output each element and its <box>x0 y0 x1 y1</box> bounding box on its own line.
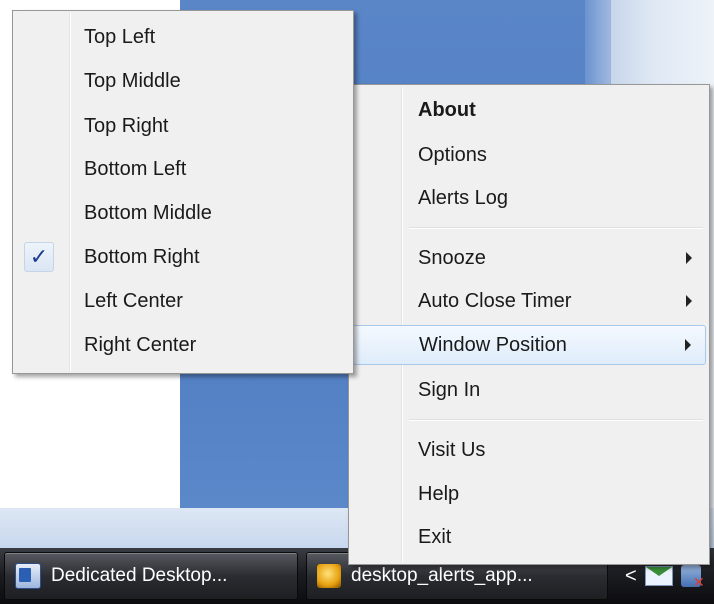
submenu-item-top-middle[interactable]: Top Middle <box>16 61 350 101</box>
submenu-arrow-icon <box>686 252 692 264</box>
submenu-item-right-center[interactable]: Right Center <box>16 325 350 365</box>
show-hidden-icons-chevron-icon[interactable]: < <box>625 565 637 588</box>
menu-item-label: About <box>418 98 476 121</box>
menu-item-sign-in[interactable]: Sign In <box>352 370 706 410</box>
menu-item-visit-us[interactable]: Visit Us <box>352 430 706 470</box>
taskbar-button-word-document[interactable]: Dedicated Desktop... <box>4 552 298 600</box>
mail-icon[interactable] <box>644 566 673 586</box>
submenu-item-top-left[interactable]: Top Left <box>16 17 350 57</box>
menu-item-label: Top Left <box>84 25 156 48</box>
menu-item-label: Bottom Right <box>84 245 200 268</box>
menu-item-about[interactable]: About <box>352 90 706 130</box>
submenu-item-bottom-right[interactable]: ✓ Bottom Right <box>16 237 350 277</box>
menu-item-label: Left Center <box>84 289 183 312</box>
submenu-item-top-right[interactable]: Top Right <box>16 106 350 146</box>
submenu-item-bottom-middle[interactable]: Bottom Middle <box>16 193 350 233</box>
menu-item-label: Right Center <box>84 333 197 356</box>
window-position-submenu: Top Left Top Middle Top Right Bottom Lef… <box>12 10 354 374</box>
submenu-item-bottom-left[interactable]: Bottom Left <box>16 149 350 189</box>
menu-item-window-position[interactable]: Window Position <box>352 325 706 365</box>
menu-item-label: Auto Close Timer <box>418 289 572 312</box>
submenu-arrow-icon <box>686 295 692 307</box>
menu-item-label: Help <box>418 482 460 505</box>
taskbar-button-label: Dedicated Desktop... <box>51 565 228 586</box>
desktop-alerts-icon <box>317 564 341 588</box>
menu-item-label: Bottom Left <box>84 157 187 180</box>
menu-item-options[interactable]: Options <box>352 135 706 175</box>
menu-item-label: Sign In <box>418 378 481 401</box>
menu-item-alerts-log[interactable]: Alerts Log <box>352 178 706 218</box>
word-document-icon <box>15 563 41 589</box>
menu-item-auto-close-timer[interactable]: Auto Close Timer <box>352 281 706 321</box>
taskbar-button-label: desktop_alerts_app... <box>351 565 533 586</box>
menu-item-snooze[interactable]: Snooze <box>352 238 706 278</box>
menu-item-label: Snooze <box>418 246 486 269</box>
submenu-item-left-center[interactable]: Left Center <box>16 281 350 321</box>
network-disconnected-icon[interactable] <box>680 565 705 591</box>
menu-item-exit[interactable]: Exit <box>352 517 706 557</box>
checkmark-icon: ✓ <box>24 242 54 272</box>
menu-separator <box>409 227 703 229</box>
menu-item-label: Top Middle <box>84 69 181 92</box>
submenu-arrow-icon <box>685 339 691 351</box>
menu-item-label: Options <box>418 143 487 166</box>
menu-item-label: Top Right <box>84 114 169 137</box>
menu-item-label: Window Position <box>419 333 567 356</box>
tray-context-menu: About Options Alerts Log Snooze Auto Clo… <box>348 84 710 565</box>
menu-item-label: Visit Us <box>418 438 486 461</box>
menu-item-help[interactable]: Help <box>352 474 706 514</box>
menu-item-label: Alerts Log <box>418 186 509 209</box>
menu-item-label: Exit <box>418 525 452 548</box>
menu-separator <box>409 419 703 421</box>
menu-item-label: Bottom Middle <box>84 201 212 224</box>
